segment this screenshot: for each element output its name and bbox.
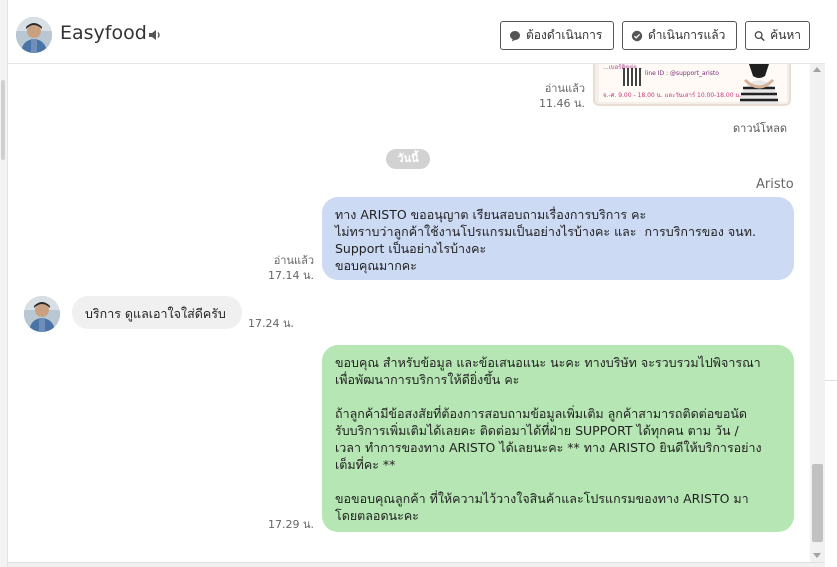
incoming-message-bubble[interactable]: บริการ ดูแลเอาใจใส่ดีครับ (72, 296, 242, 329)
message-text: ทาง ARISTO ขออนุญาต เรียนสอบถามเรื่องการ… (335, 207, 756, 273)
right-gutter (825, 0, 837, 567)
scroll-down-icon[interactable] (813, 553, 821, 558)
outgoing-message-bubble[interactable]: ทาง ARISTO ขออนุญาต เรียนสอบถามเรื่องการ… (322, 197, 794, 280)
scrollbar-thumb[interactable] (812, 464, 823, 542)
left-scrollbar-thumb[interactable] (1, 80, 5, 160)
chat-bubble-icon (510, 30, 520, 41)
horizontal-scrollbar[interactable] (8, 562, 825, 567)
read-status: อ่านแล้ว (544, 82, 585, 95)
done-filter-label: ดำเนินการแล้ว (648, 28, 726, 42)
message-text: ขอบคุณ สำหรับข้อมูล และข้อเสนอแนะ นะคะ ท… (335, 355, 762, 523)
incoming-avatar[interactable] (24, 296, 60, 332)
sender-name: Aristo (756, 177, 794, 192)
scroll-up-icon[interactable] (813, 67, 821, 72)
chat-window: Easyfood ต้องดำเนินการ ดำเนินการแล้ว ค้น… (0, 0, 837, 567)
speaker-icon[interactable] (147, 27, 163, 43)
image-message[interactable]: ...เบอร์ติดต่อ... line ID : @support_ari… (593, 64, 791, 106)
contact-avatar[interactable] (16, 17, 52, 53)
image-hours: จ.-ศ. 9.00 - 18.00 น. และวันเสาร์ 10.00-… (603, 92, 742, 99)
outgoing-message-meta: อ่านแล้ว 17.14 น. (250, 253, 314, 283)
pending-filter-button[interactable]: ต้องดำเนินการ (500, 21, 614, 50)
pending-filter-label: ต้องดำเนินการ (526, 28, 603, 42)
contact-name: Easyfood (60, 22, 147, 44)
left-scrollbar[interactable] (0, 0, 8, 567)
outgoing-message-bubble[interactable]: ขอบคุณ สำหรับข้อมูล และข้อเสนอแนะ นะคะ ท… (322, 345, 794, 532)
search-button[interactable]: ค้นหา (745, 21, 810, 50)
message-time: 11.46 น. (538, 97, 585, 110)
search-label: ค้นหา (770, 28, 801, 42)
person-photo-icon (739, 64, 779, 104)
chat-header: Easyfood ต้องดำเนินการ ดำเนินการแล้ว ค้น… (8, 8, 825, 64)
message-time: 17.14 น. (267, 269, 314, 282)
chat-scrollbar[interactable] (810, 64, 825, 562)
image-message-thumbnail: ...เบอร์ติดต่อ... line ID : @support_ari… (599, 64, 787, 104)
search-icon (754, 30, 765, 41)
qr-code-icon (623, 68, 641, 86)
message-time: 17.29 น. (267, 518, 314, 531)
date-separator: วันนี้ (386, 149, 430, 169)
image-line-id: line ID : @support_aristo (645, 70, 719, 77)
image-message-meta: อ่านแล้ว 11.46 น. (520, 81, 585, 111)
message-time: 17.24 น. (248, 317, 295, 330)
download-link[interactable]: ดาวน์โหลด (733, 119, 787, 137)
chat-check-icon (631, 30, 643, 41)
read-status: อ่านแล้ว (273, 254, 314, 267)
message-text: บริการ ดูแลเอาใจใส่ดีครับ (85, 306, 226, 321)
done-filter-button[interactable]: ดำเนินการแล้ว (622, 21, 737, 50)
gutter-divider (825, 380, 837, 381)
